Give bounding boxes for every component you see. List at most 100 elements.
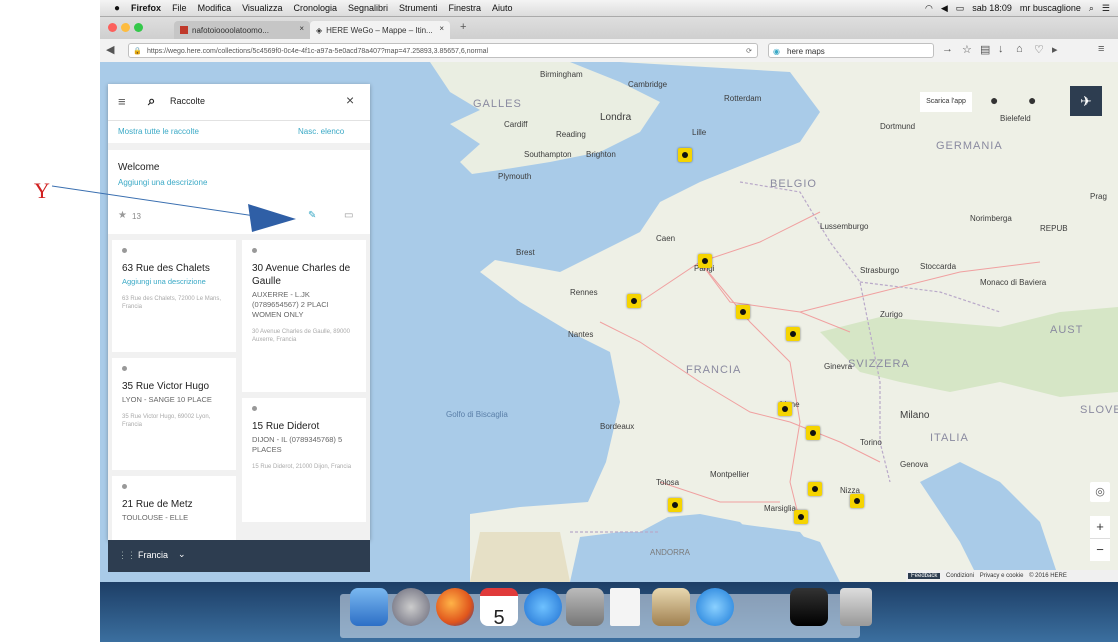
place-pin[interactable] [698,254,712,268]
download-icon[interactable]: ↓ [998,43,1004,55]
system-preferences-icon[interactable] [566,588,604,626]
user-name[interactable]: mr buscaglione [1020,3,1081,13]
quicktime-icon[interactable] [696,588,734,626]
place-card[interactable]: 21 Rue de Metz TOULOUSE - ELLE [112,476,236,540]
locate-icon[interactable]: ◎ [1090,482,1110,502]
panel-header: ≡ ⌕ Raccolte × [108,84,370,121]
menu-item-cronologia[interactable]: Cronologia [293,3,337,13]
hamburger-menu-icon[interactable]: ≡ [1098,43,1104,55]
place-pin[interactable] [627,294,641,308]
menu-item-visualizza[interactable]: Visualizza [242,3,282,13]
place-pin[interactable] [668,498,682,512]
document-icon[interactable] [610,588,640,626]
add-description-link[interactable]: Aggiungi una descrizione [122,277,226,287]
minimize-window-icon[interactable] [121,23,130,32]
trash-icon[interactable] [840,588,872,626]
bookmark-star-icon[interactable]: ☆ [962,43,972,56]
firefox-icon[interactable] [436,588,474,626]
place-card[interactable]: 15 Rue Diderot DIJON - IL (0789345768) 5… [242,398,366,522]
country-selector[interactable]: ⋮⋮ Francia ⌄ [108,540,370,572]
menu-icon[interactable]: ≡ [118,94,126,109]
hide-list-link[interactable]: Nasc. elenco [298,127,344,136]
place-dot-icon [252,248,257,253]
menu-item-finestra[interactable]: Finestra [449,3,482,13]
place-card[interactable]: 30 Avenue Charles de Gaulle AUXERRE - L.… [242,240,366,392]
search-bar[interactable]: ◉ here maps [768,43,934,58]
map-label: Stoccarda [920,262,957,271]
place-pin[interactable] [806,426,820,440]
zoom-in-button[interactable]: + [1090,516,1110,538]
map-label: Lille [692,128,707,137]
home-icon[interactable]: ⌂ [1016,43,1023,55]
panel-subheader: Mostra tutte le raccolte Nasc. elenco [108,121,370,143]
bookmarks-icon[interactable]: ▤ [980,43,990,56]
preview-icon[interactable] [652,588,690,626]
zoom-window-icon[interactable] [134,23,143,32]
app-store-icon[interactable] [524,588,562,626]
copyright: © 2016 HERE [1029,573,1067,579]
feedback-link[interactable]: Feedback [908,573,941,579]
battery-icon[interactable]: ▭ [956,3,965,14]
apple-icon[interactable]: ● [1028,92,1036,108]
place-pin[interactable] [808,482,822,496]
close-tab-icon[interactable]: × [439,24,444,33]
wifi-icon[interactable]: ◠ [925,3,933,14]
privacy-link[interactable]: Privacy e cookie [980,573,1024,579]
place-pin[interactable] [850,494,864,508]
place-card[interactable]: 35 Rue Victor Hugo LYON - SANGE 10 PLACE… [112,358,236,470]
map-label: Marsiglia [764,504,797,513]
place-pin[interactable] [778,402,792,416]
notification-icon[interactable]: ☰ [1102,3,1110,14]
extension-icon[interactable]: ▸ [1052,43,1058,56]
map-label: ITALIA [930,432,969,444]
download-app-button[interactable]: Scarica l'app [920,92,972,112]
url-bar[interactable]: 🔒 https://wego.here.com/collections/5c45… [128,43,758,58]
place-pin[interactable] [678,148,692,162]
menu-item-aiuto[interactable]: Aiuto [492,3,513,13]
map-label: AUST [1050,324,1084,336]
close-icon[interactable]: × [346,92,354,108]
volume-icon[interactable]: ◀ [941,3,948,14]
new-tab-icon[interactable]: + [460,21,466,33]
android-icon[interactable]: ● [990,92,998,108]
place-pin[interactable] [736,305,750,319]
launchpad-icon[interactable] [392,588,430,626]
image-icon[interactable]: ▭ [344,210,353,221]
calendar-icon[interactable]: 5 [480,588,518,629]
clock[interactable]: sab 18:09 [972,3,1012,13]
search-go-icon[interactable]: → [942,43,953,55]
terms-link[interactable]: Condizioni [946,573,974,579]
place-card[interactable]: 63 Rue des Chalets Aggiungi una descrizi… [112,240,236,352]
place-description: LYON - SANGE 10 PLACE [122,395,212,404]
place-pin[interactable] [794,510,808,524]
add-description-link[interactable]: Aggiungi una descrizione [118,178,207,187]
edit-pencil-icon[interactable]: ✎ [308,210,316,221]
satellite-icon[interactable]: ✈ [1070,86,1102,116]
menu-item-modifica[interactable]: Modifica [198,3,232,13]
map-label: Londra [600,112,632,123]
place-title: 15 Rue Diderot [252,421,320,432]
terminal-icon[interactable] [790,588,828,626]
tab-2[interactable]: ◈ HERE WeGo – Mappe – Itin... × [310,21,450,39]
tab-1[interactable]: nafotoioooolatoomo... × [174,21,310,39]
close-tab-icon[interactable]: × [299,24,304,33]
menu-item-segnalibri[interactable]: Segnalibri [348,3,388,13]
show-all-collections-link[interactable]: Mostra tutte le raccolte [118,127,199,136]
finder-icon[interactable] [350,588,388,626]
spotlight-icon[interactable]: ⌕ [1089,3,1094,14]
here-favicon-icon: ◈ [316,25,323,35]
apple-menu-icon[interactable]: ● [114,3,120,14]
map-label: Brighton [586,150,616,159]
map-label: Birmingham [540,70,583,79]
back-icon[interactable]: ◀ [106,43,114,56]
menu-item-firefox[interactable]: Firefox [131,3,161,13]
menu-item-strumenti[interactable]: Strumenti [399,3,438,13]
pocket-icon[interactable]: ♡ [1034,43,1044,56]
menu-item-file[interactable]: File [172,3,187,13]
reload-icon[interactable]: ⟳ [746,44,752,57]
place-pin[interactable] [786,327,800,341]
close-window-icon[interactable] [108,23,117,32]
place-description: AUXERRE - L.JK (0789654567) 2 PLACI WOME… [252,290,329,319]
zoom-out-button[interactable]: − [1090,538,1110,561]
map-label: Milano [900,410,930,421]
